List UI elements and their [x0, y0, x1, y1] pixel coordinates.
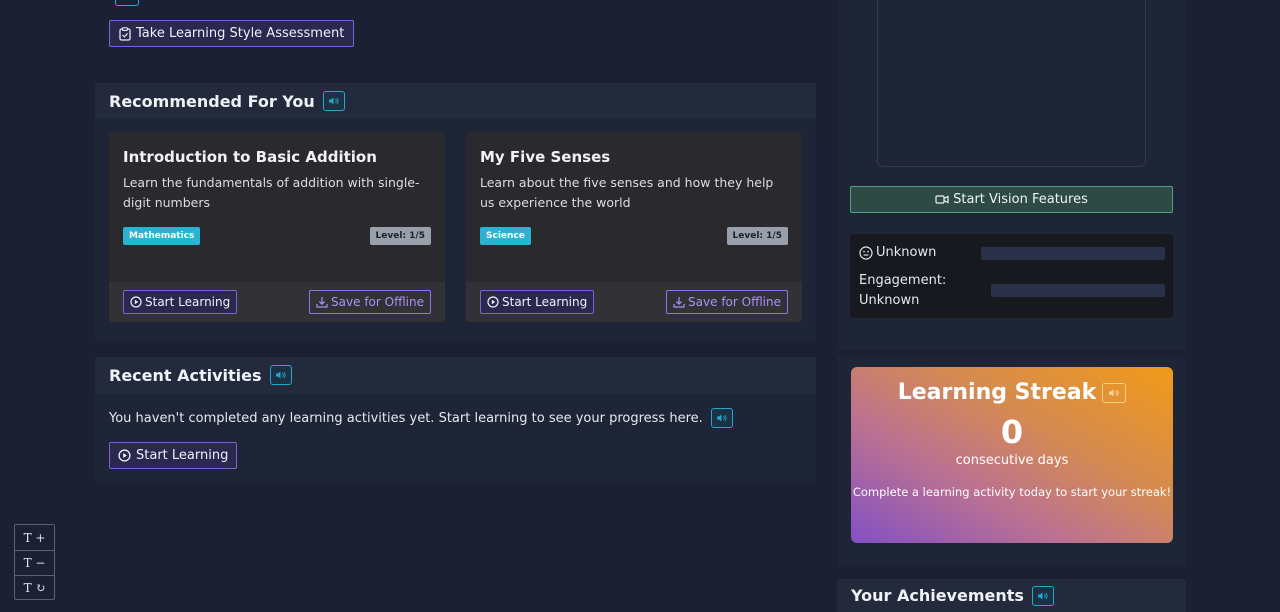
play-circle-icon [118, 449, 131, 462]
emotion-row: Unknown [859, 245, 936, 260]
card-footer: Start Learning Save for Offline [466, 282, 802, 322]
streak-title: Learning Streak [897, 380, 1097, 405]
camera-preview [877, 0, 1146, 167]
save-offline-button[interactable]: Save for Offline [666, 290, 788, 314]
text-size-toolbar: T + T − T ↻ [14, 524, 55, 600]
recommended-section: Recommended For You Introduction to Basi… [95, 83, 816, 341]
engagement-bar [991, 284, 1165, 297]
card-footer: Start Learning Save for Offline [109, 282, 445, 322]
recommended-header: Recommended For You [95, 83, 816, 119]
assessment-button-label: Take Learning Style Assessment [136, 26, 345, 41]
streak-message: Complete a learning activity today to st… [852, 485, 1172, 499]
speaker-icon [328, 97, 339, 105]
recent-title: Recent Activities [109, 365, 262, 385]
level-badge: Level: 1/5 [369, 227, 431, 245]
course-description: Learn about the five senses and how they… [480, 175, 774, 210]
streak-count: 0 [1000, 413, 1024, 451]
achievements-section: Your Achievements [837, 579, 1186, 612]
save-offline-label: Save for Offline [688, 295, 781, 309]
course-title: Introduction to Basic Addition [123, 148, 377, 166]
recent-header: Recent Activities [95, 357, 816, 393]
start-learning-label: Start Learning [136, 448, 229, 463]
start-learning-button[interactable]: Start Learning [123, 290, 238, 314]
read-aloud-button[interactable] [269, 365, 292, 385]
read-aloud-button[interactable] [1102, 382, 1127, 403]
engagement-value: Unknown [859, 293, 920, 308]
achievements-header: Your Achievements [837, 579, 1186, 612]
recommended-title: Recommended For You [109, 91, 315, 111]
recent-activities-section: Recent Activities You haven't completed … [95, 357, 816, 483]
start-learning-button[interactable]: Start Learning [109, 442, 238, 469]
save-offline-button[interactable]: Save for Offline [309, 290, 431, 314]
start-learning-label: Start Learning [502, 295, 588, 309]
play-circle-icon [487, 296, 499, 308]
emotion-status-panel: Unknown Engagement: Unknown [850, 234, 1173, 318]
subject-badge: Mathematics [123, 227, 201, 245]
start-vision-button[interactable]: Start Vision Features [850, 186, 1173, 213]
start-learning-label: Start Learning [145, 295, 231, 309]
engagement-label: Engagement: [859, 273, 947, 288]
play-circle-icon [130, 296, 142, 308]
course-title: My Five Senses [480, 148, 611, 166]
start-learning-button[interactable]: Start Learning [480, 290, 595, 314]
speaker-icon [1109, 389, 1119, 396]
level-badge: Level: 1/5 [726, 227, 788, 245]
decrease-text-button[interactable]: T − [15, 550, 54, 575]
speaker-icon [716, 414, 727, 422]
subject-badge: Science [480, 227, 531, 245]
recent-empty-row: You haven't completed any learning activ… [109, 408, 733, 428]
read-aloud-button[interactable] [710, 408, 733, 428]
achievements-title: Your Achievements [851, 586, 1024, 605]
increase-text-button[interactable]: T + [15, 525, 54, 550]
clipboard-icon [119, 26, 131, 41]
streak-unit: consecutive days [955, 453, 1069, 468]
learning-streak-card: Learning Streak 0 consecutive days Compl… [851, 367, 1173, 543]
speaker-icon [275, 371, 286, 379]
download-icon [673, 296, 685, 308]
assessment-section: Take Learning Style Assessment [95, 0, 816, 75]
save-offline-label: Save for Offline [331, 295, 424, 309]
video-camera-icon [935, 194, 949, 205]
emotion-bar [981, 247, 1165, 260]
course-description: Learn the fundamentals of addition with … [123, 175, 420, 210]
emotion-value: Unknown [876, 245, 937, 260]
download-icon [316, 296, 328, 308]
reset-text-button[interactable]: T ↻ [15, 575, 54, 600]
read-aloud-button[interactable] [322, 91, 345, 111]
course-card[interactable]: Introduction to Basic Addition Learn the… [109, 132, 445, 322]
learning-style-assessment-button[interactable]: Take Learning Style Assessment [109, 20, 355, 47]
course-card[interactable]: My Five Senses Learn about the five sens… [466, 132, 802, 322]
speak-icon-partial[interactable] [115, 0, 139, 6]
read-aloud-button[interactable] [1031, 585, 1054, 606]
speaker-icon [1037, 592, 1048, 599]
streak-header: Learning Streak [851, 380, 1173, 405]
streak-section: Learning Streak 0 consecutive days Compl… [837, 357, 1186, 567]
face-icon [859, 245, 873, 260]
start-vision-label: Start Vision Features [953, 192, 1088, 207]
engagement-row: Engagement: Unknown [859, 271, 946, 311]
recent-empty-message: You haven't completed any learning activ… [109, 410, 703, 426]
vision-panel: Start Vision Features Unknown Engagement… [837, 0, 1186, 350]
